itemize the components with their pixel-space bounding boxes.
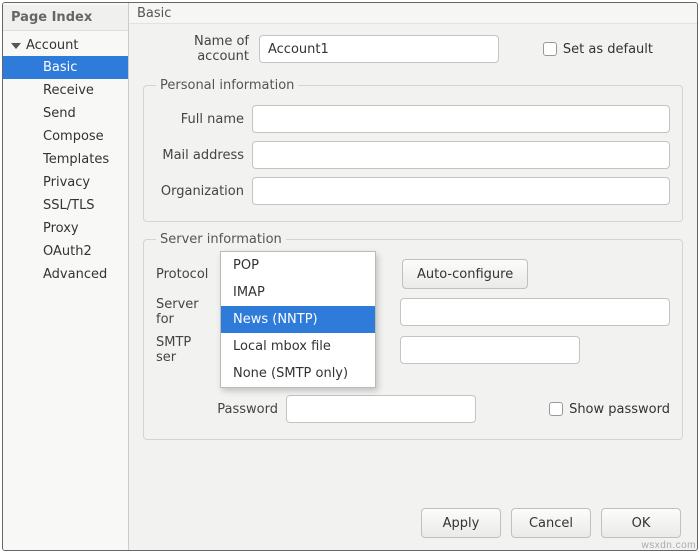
- set-default-label: Set as default: [563, 42, 653, 57]
- main-panel: Basic Name of account Set as default Per…: [129, 3, 697, 550]
- account-name-label: Name of account: [143, 34, 259, 64]
- panel-title: Basic: [129, 3, 697, 24]
- sidebar-item-ssl-tls[interactable]: SSL/TLS: [3, 194, 128, 217]
- sidebar-root-account[interactable]: Account: [3, 35, 128, 56]
- mail-address-label: Mail address: [156, 148, 252, 163]
- sidebar-item-label: Proxy: [43, 221, 79, 236]
- sidebar-header: Page Index: [3, 5, 128, 31]
- sidebar-item-privacy[interactable]: Privacy: [3, 171, 128, 194]
- protocol-option-news-nntp-[interactable]: News (NNTP): [221, 306, 375, 333]
- sidebar-item-label: Basic: [43, 60, 77, 75]
- sidebar-item-proxy[interactable]: Proxy: [3, 217, 128, 240]
- password-label: Password: [156, 402, 286, 417]
- sidebar-item-label: SSL/TLS: [43, 198, 95, 213]
- disclosure-triangle-icon: [11, 43, 21, 49]
- set-default-checkbox[interactable]: [543, 42, 557, 56]
- show-password-label: Show password: [569, 402, 670, 417]
- sidebar-item-templates[interactable]: Templates: [3, 148, 128, 171]
- protocol-dropdown-menu[interactable]: POPIMAPNews (NNTP)Local mbox fileNone (S…: [220, 251, 376, 388]
- password-row: Password Show password: [156, 395, 670, 423]
- protocol-label: Protocol: [156, 267, 220, 282]
- account-name-input[interactable]: [259, 35, 499, 63]
- full-name-label: Full name: [156, 112, 252, 127]
- sidebar-root-label: Account: [26, 38, 79, 53]
- password-input[interactable]: [286, 395, 476, 423]
- dialog-footer: Apply Cancel OK: [129, 498, 697, 550]
- cancel-button[interactable]: Cancel: [511, 508, 591, 538]
- sidebar-item-label: Advanced: [43, 267, 107, 282]
- dialog-body: Page Index Account Basic Receive Send Compo…: [3, 3, 697, 550]
- smtp-server-input[interactable]: [400, 336, 580, 364]
- server-info-group: Server information Protocol Auto-configu…: [143, 232, 683, 440]
- sidebar-item-label: Send: [43, 106, 76, 121]
- protocol-option-pop[interactable]: POP: [221, 252, 375, 279]
- full-name-input[interactable]: [252, 105, 670, 133]
- sidebar-tree: Account Basic Receive Send Compose Templates…: [3, 31, 128, 286]
- server-for-label: Server for: [156, 297, 220, 327]
- sidebar-item-label: Receive: [43, 83, 94, 98]
- server-for-input[interactable]: [400, 298, 670, 326]
- sidebar-item-basic[interactable]: Basic: [3, 56, 128, 79]
- account-name-row: Name of account Set as default: [143, 34, 683, 64]
- show-password-checkbox[interactable]: [549, 402, 563, 416]
- sidebar-item-send[interactable]: Send: [3, 102, 128, 125]
- sidebar-item-oauth2[interactable]: OAuth2: [3, 240, 128, 263]
- page-index-sidebar: Page Index Account Basic Receive Send Compo…: [3, 3, 129, 550]
- sidebar-item-advanced[interactable]: Advanced: [3, 263, 128, 286]
- form-body: Name of account Set as default Personal …: [129, 24, 697, 498]
- auto-configure-button[interactable]: Auto-configure: [402, 259, 528, 289]
- ok-button[interactable]: OK: [601, 508, 681, 538]
- apply-button[interactable]: Apply: [421, 508, 501, 538]
- sidebar-item-label: OAuth2: [43, 244, 92, 259]
- watermark: wsxdn.com: [641, 540, 696, 551]
- organization-label: Organization: [156, 184, 252, 199]
- settings-dialog: Page Index Account Basic Receive Send Compo…: [2, 2, 698, 551]
- organization-input[interactable]: [252, 177, 670, 205]
- protocol-option-local-mbox-file[interactable]: Local mbox file: [221, 333, 375, 360]
- personal-info-group: Personal information Full name Mail addr…: [143, 78, 683, 222]
- sidebar-item-receive[interactable]: Receive: [3, 79, 128, 102]
- sidebar-item-label: Privacy: [43, 175, 90, 190]
- smtp-server-label: SMTP ser: [156, 335, 220, 365]
- server-info-legend: Server information: [156, 232, 286, 247]
- sidebar-item-label: Templates: [43, 152, 109, 167]
- mail-address-input[interactable]: [252, 141, 670, 169]
- sidebar-item-label: Compose: [43, 129, 104, 144]
- sidebar-item-compose[interactable]: Compose: [3, 125, 128, 148]
- personal-info-legend: Personal information: [156, 78, 298, 93]
- protocol-option-imap[interactable]: IMAP: [221, 279, 375, 306]
- protocol-option-none-smtp-only-[interactable]: None (SMTP only): [221, 360, 375, 387]
